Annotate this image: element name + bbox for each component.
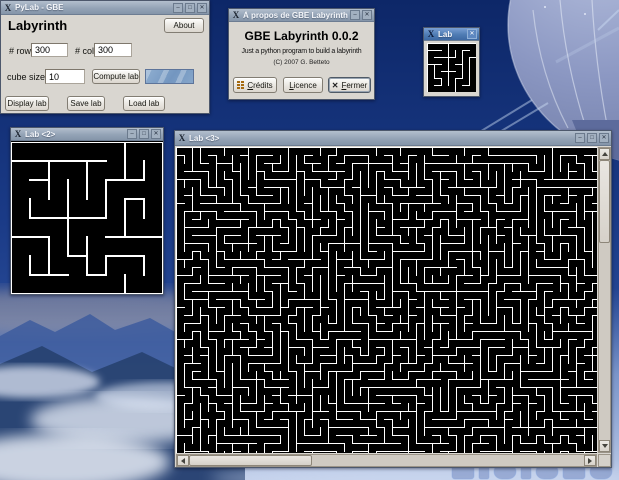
about-dialog: X À propos de GBE Labyrinth – ✕ GBE Laby… bbox=[228, 8, 375, 100]
row-label: # row bbox=[9, 46, 32, 56]
app-icon: X bbox=[427, 29, 435, 39]
scroll-down-button[interactable] bbox=[599, 440, 610, 452]
window-title: Lab <3> bbox=[189, 133, 220, 143]
credits-button[interactable]: Crédits bbox=[233, 77, 277, 93]
app-icon: X bbox=[178, 133, 186, 143]
cube-size-input[interactable] bbox=[45, 69, 85, 84]
arrow-right-icon bbox=[588, 457, 592, 464]
app-icon: X bbox=[14, 129, 22, 139]
credits-icon bbox=[237, 80, 245, 90]
horizontal-scrollbar-thumb[interactable] bbox=[189, 455, 312, 466]
window-title: Lab bbox=[438, 29, 453, 39]
minimize-button[interactable]: – bbox=[173, 2, 183, 13]
app-description: Just a python program to build a labyrin… bbox=[241, 48, 362, 55]
arrow-down-icon bbox=[601, 444, 608, 448]
licence-button[interactable]: Licence bbox=[283, 77, 323, 93]
color-preview bbox=[145, 69, 194, 84]
page-title: Labyrinth bbox=[8, 18, 68, 33]
maximize-button[interactable]: □ bbox=[185, 2, 195, 13]
lab-titlebar[interactable]: X Lab ✕ bbox=[424, 28, 479, 41]
scroll-up-button[interactable] bbox=[599, 148, 610, 160]
vertical-scrollbar-thumb[interactable] bbox=[599, 160, 610, 243]
cube-size-label: cube size bbox=[7, 72, 46, 82]
scroll-left-button[interactable] bbox=[177, 455, 189, 466]
minimize-button[interactable]: – bbox=[127, 129, 137, 139]
load-lab-button[interactable]: Load lab bbox=[123, 96, 165, 111]
display-lab-button[interactable]: Display lab bbox=[5, 96, 49, 111]
maze-view-small bbox=[427, 43, 476, 92]
window-title: PyLab - GBE bbox=[15, 3, 64, 12]
lab3-titlebar[interactable]: X Lab <3> – □ ✕ bbox=[175, 131, 611, 146]
arrow-up-icon bbox=[601, 152, 608, 156]
lab2-window: X Lab <2> – □ ✕ bbox=[10, 127, 164, 295]
maze-view-medium bbox=[11, 142, 163, 294]
lab-window: X Lab ✕ bbox=[423, 27, 480, 97]
about-button[interactable]: About bbox=[164, 18, 204, 33]
minimize-button[interactable]: – bbox=[575, 133, 585, 143]
close-icon: ✕ bbox=[331, 80, 339, 90]
close-button[interactable]: ✕ bbox=[467, 29, 477, 39]
app-name: GBE Labyrinth 0.0.2 bbox=[244, 29, 359, 43]
lab2-titlebar[interactable]: X Lab <2> – □ ✕ bbox=[11, 128, 163, 141]
col-input[interactable] bbox=[94, 43, 132, 57]
pylab-titlebar[interactable]: X PyLab - GBE – □ ✕ bbox=[1, 1, 209, 15]
maximize-button[interactable]: □ bbox=[587, 133, 597, 143]
minimize-button[interactable]: – bbox=[350, 10, 360, 20]
close-fermer-button[interactable]: ✕ Fermer bbox=[328, 77, 371, 93]
vertical-scrollbar[interactable] bbox=[598, 147, 611, 453]
window-title: À propos de GBE Labyrinth bbox=[243, 10, 348, 20]
desktop: X PyLab - GBE – □ ✕ Labyrinth About # ro… bbox=[0, 0, 619, 480]
scrollbar-corner bbox=[598, 454, 611, 467]
compute-lab-button[interactable]: Compute lab bbox=[92, 69, 140, 84]
close-button[interactable]: ✕ bbox=[197, 2, 207, 13]
app-icon: X bbox=[4, 2, 12, 13]
horizontal-scrollbar[interactable] bbox=[176, 454, 597, 467]
col-label: # col bbox=[75, 46, 95, 56]
row-input[interactable] bbox=[31, 43, 68, 57]
scroll-right-button[interactable] bbox=[584, 455, 596, 466]
pylab-window: X PyLab - GBE – □ ✕ Labyrinth About # ro… bbox=[0, 0, 210, 114]
save-lab-button[interactable]: Save lab bbox=[67, 96, 105, 111]
close-button[interactable]: ✕ bbox=[151, 129, 161, 139]
app-icon: X bbox=[232, 10, 240, 20]
maze-view-large bbox=[176, 147, 597, 453]
close-button[interactable]: ✕ bbox=[599, 133, 609, 143]
about-titlebar[interactable]: X À propos de GBE Labyrinth – ✕ bbox=[229, 9, 374, 22]
arrow-left-icon bbox=[181, 457, 185, 464]
window-title: Lab <2> bbox=[25, 129, 56, 139]
lab3-window: X Lab <3> – □ ✕ bbox=[174, 130, 612, 468]
maximize-button[interactable]: □ bbox=[139, 129, 149, 139]
close-button[interactable]: ✕ bbox=[362, 10, 372, 20]
copyright: (C) 2007 G. Betteto bbox=[273, 59, 330, 66]
